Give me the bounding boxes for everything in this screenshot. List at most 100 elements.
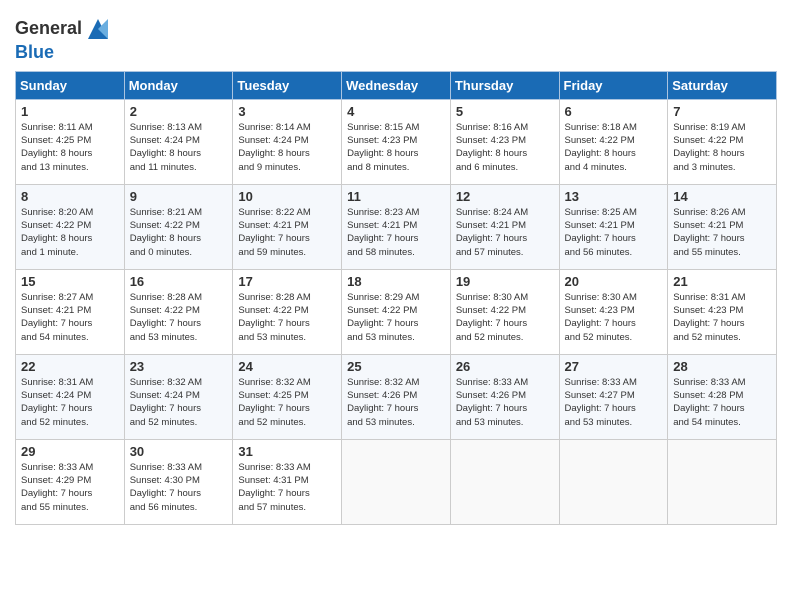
day-number: 10 (238, 189, 336, 204)
day-number: 19 (456, 274, 554, 289)
calendar-cell: 28Sunrise: 8:33 AM Sunset: 4:28 PM Dayli… (668, 354, 777, 439)
day-number: 1 (21, 104, 119, 119)
calendar-table: SundayMondayTuesdayWednesdayThursdayFrid… (15, 71, 777, 525)
day-info: Sunrise: 8:31 AM Sunset: 4:23 PM Dayligh… (673, 291, 771, 344)
day-number: 23 (130, 359, 228, 374)
calendar-header-row: SundayMondayTuesdayWednesdayThursdayFrid… (16, 71, 777, 99)
day-info: Sunrise: 8:11 AM Sunset: 4:25 PM Dayligh… (21, 121, 119, 174)
day-info: Sunrise: 8:19 AM Sunset: 4:22 PM Dayligh… (673, 121, 771, 174)
calendar-week-row: 15 Sunrise: 8:27 AM Sunset: 4:21 PM Dayli… (16, 269, 777, 354)
day-number: 26 (456, 359, 554, 374)
calendar-cell: 15 Sunrise: 8:27 AM Sunset: 4:21 PM Dayli… (16, 269, 125, 354)
calendar-cell: 5 Sunrise: 8:16 AM Sunset: 4:23 PM Daylig… (450, 99, 559, 184)
calendar-cell (668, 439, 777, 524)
calendar-cell: 12 Sunrise: 8:24 AM Sunset: 4:21 PM Dayli… (450, 184, 559, 269)
calendar-cell: 6 Sunrise: 8:18 AM Sunset: 4:22 PM Daylig… (559, 99, 668, 184)
day-info: Sunrise: 8:26 AM Sunset: 4:21 PM Dayligh… (673, 206, 771, 259)
calendar-cell: 10 Sunrise: 8:22 AM Sunset: 4:21 PM Dayli… (233, 184, 342, 269)
calendar-cell: 4 Sunrise: 8:15 AM Sunset: 4:23 PM Daylig… (342, 99, 451, 184)
calendar-week-row: 8 Sunrise: 8:20 AM Sunset: 4:22 PM Daylig… (16, 184, 777, 269)
day-info: Sunrise: 8:22 AM Sunset: 4:21 PM Dayligh… (238, 206, 336, 259)
calendar-cell: 1 Sunrise: 8:11 AM Sunset: 4:25 PM Daylig… (16, 99, 125, 184)
calendar-cell: 9 Sunrise: 8:21 AM Sunset: 4:22 PM Daylig… (124, 184, 233, 269)
day-number: 16 (130, 274, 228, 289)
calendar-cell: 24 Sunrise: 8:32 AM Sunset: 4:25 PM Dayli… (233, 354, 342, 439)
calendar-cell: 7 Sunrise: 8:19 AM Sunset: 4:22 PM Daylig… (668, 99, 777, 184)
day-info: Sunrise: 8:18 AM Sunset: 4:22 PM Dayligh… (565, 121, 663, 174)
calendar-cell: 19 Sunrise: 8:30 AM Sunset: 4:22 PM Dayli… (450, 269, 559, 354)
calendar-cell: 20Sunrise: 8:30 AM Sunset: 4:23 PM Dayli… (559, 269, 668, 354)
day-number: 30 (130, 444, 228, 459)
calendar-cell: 27Sunrise: 8:33 AM Sunset: 4:27 PM Dayli… (559, 354, 668, 439)
day-info: Sunrise: 8:13 AM Sunset: 4:24 PM Dayligh… (130, 121, 228, 174)
calendar-day-header: Tuesday (233, 71, 342, 99)
calendar-cell: 2 Sunrise: 8:13 AM Sunset: 4:24 PM Daylig… (124, 99, 233, 184)
day-info: Sunrise: 8:30 AM Sunset: 4:22 PM Dayligh… (456, 291, 554, 344)
day-number: 12 (456, 189, 554, 204)
day-info: Sunrise: 8:33 AM Sunset: 4:31 PM Dayligh… (238, 461, 336, 514)
logo-text: General Blue (15, 15, 112, 63)
calendar-cell: 13Sunrise: 8:25 AM Sunset: 4:21 PM Dayli… (559, 184, 668, 269)
day-info: Sunrise: 8:28 AM Sunset: 4:22 PM Dayligh… (238, 291, 336, 344)
day-number: 24 (238, 359, 336, 374)
calendar-day-header: Saturday (668, 71, 777, 99)
day-number: 17 (238, 274, 336, 289)
day-info: Sunrise: 8:27 AM Sunset: 4:21 PM Dayligh… (21, 291, 119, 344)
day-number: 29 (21, 444, 119, 459)
day-info: Sunrise: 8:28 AM Sunset: 4:22 PM Dayligh… (130, 291, 228, 344)
calendar-day-header: Sunday (16, 71, 125, 99)
calendar-cell: 8 Sunrise: 8:20 AM Sunset: 4:22 PM Daylig… (16, 184, 125, 269)
logo: General Blue (15, 15, 112, 63)
calendar-cell: 29 Sunrise: 8:33 AM Sunset: 4:29 PM Dayli… (16, 439, 125, 524)
day-number: 13 (565, 189, 663, 204)
day-number: 18 (347, 274, 445, 289)
day-info: Sunrise: 8:31 AM Sunset: 4:24 PM Dayligh… (21, 376, 119, 429)
day-info: Sunrise: 8:16 AM Sunset: 4:23 PM Dayligh… (456, 121, 554, 174)
day-info: Sunrise: 8:20 AM Sunset: 4:22 PM Dayligh… (21, 206, 119, 259)
day-info: Sunrise: 8:32 AM Sunset: 4:24 PM Dayligh… (130, 376, 228, 429)
calendar-week-row: 29 Sunrise: 8:33 AM Sunset: 4:29 PM Dayli… (16, 439, 777, 524)
calendar-cell: 23 Sunrise: 8:32 AM Sunset: 4:24 PM Dayli… (124, 354, 233, 439)
day-info: Sunrise: 8:33 AM Sunset: 4:26 PM Dayligh… (456, 376, 554, 429)
day-info: Sunrise: 8:21 AM Sunset: 4:22 PM Dayligh… (130, 206, 228, 259)
day-info: Sunrise: 8:14 AM Sunset: 4:24 PM Dayligh… (238, 121, 336, 174)
logo-icon (84, 15, 112, 43)
day-number: 2 (130, 104, 228, 119)
day-info: Sunrise: 8:33 AM Sunset: 4:28 PM Dayligh… (673, 376, 771, 429)
day-number: 20 (565, 274, 663, 289)
calendar-week-row: 1 Sunrise: 8:11 AM Sunset: 4:25 PM Daylig… (16, 99, 777, 184)
calendar-cell: 25Sunrise: 8:32 AM Sunset: 4:26 PM Dayli… (342, 354, 451, 439)
day-number: 7 (673, 104, 771, 119)
day-number: 31 (238, 444, 336, 459)
calendar-cell (559, 439, 668, 524)
calendar-cell: 21 Sunrise: 8:31 AM Sunset: 4:23 PM Dayli… (668, 269, 777, 354)
calendar-cell: 11Sunrise: 8:23 AM Sunset: 4:21 PM Dayli… (342, 184, 451, 269)
day-number: 9 (130, 189, 228, 204)
day-number: 27 (565, 359, 663, 374)
day-number: 4 (347, 104, 445, 119)
calendar-cell: 18 Sunrise: 8:29 AM Sunset: 4:22 PM Dayli… (342, 269, 451, 354)
day-info: Sunrise: 8:32 AM Sunset: 4:26 PM Dayligh… (347, 376, 445, 429)
calendar-cell (450, 439, 559, 524)
page-header: General Blue (15, 10, 777, 63)
day-info: Sunrise: 8:32 AM Sunset: 4:25 PM Dayligh… (238, 376, 336, 429)
calendar-cell: 26 Sunrise: 8:33 AM Sunset: 4:26 PM Dayli… (450, 354, 559, 439)
day-number: 21 (673, 274, 771, 289)
day-number: 8 (21, 189, 119, 204)
day-number: 3 (238, 104, 336, 119)
logo-general: General (15, 18, 82, 38)
calendar-week-row: 22Sunrise: 8:31 AM Sunset: 4:24 PM Dayli… (16, 354, 777, 439)
day-info: Sunrise: 8:33 AM Sunset: 4:29 PM Dayligh… (21, 461, 119, 514)
calendar-cell: 30Sunrise: 8:33 AM Sunset: 4:30 PM Dayli… (124, 439, 233, 524)
day-info: Sunrise: 8:24 AM Sunset: 4:21 PM Dayligh… (456, 206, 554, 259)
day-info: Sunrise: 8:23 AM Sunset: 4:21 PM Dayligh… (347, 206, 445, 259)
day-info: Sunrise: 8:29 AM Sunset: 4:22 PM Dayligh… (347, 291, 445, 344)
day-info: Sunrise: 8:15 AM Sunset: 4:23 PM Dayligh… (347, 121, 445, 174)
calendar-day-header: Thursday (450, 71, 559, 99)
day-number: 6 (565, 104, 663, 119)
calendar-cell: 14Sunrise: 8:26 AM Sunset: 4:21 PM Dayli… (668, 184, 777, 269)
calendar-day-header: Wednesday (342, 71, 451, 99)
day-number: 15 (21, 274, 119, 289)
calendar-cell: 17 Sunrise: 8:28 AM Sunset: 4:22 PM Dayli… (233, 269, 342, 354)
day-number: 5 (456, 104, 554, 119)
